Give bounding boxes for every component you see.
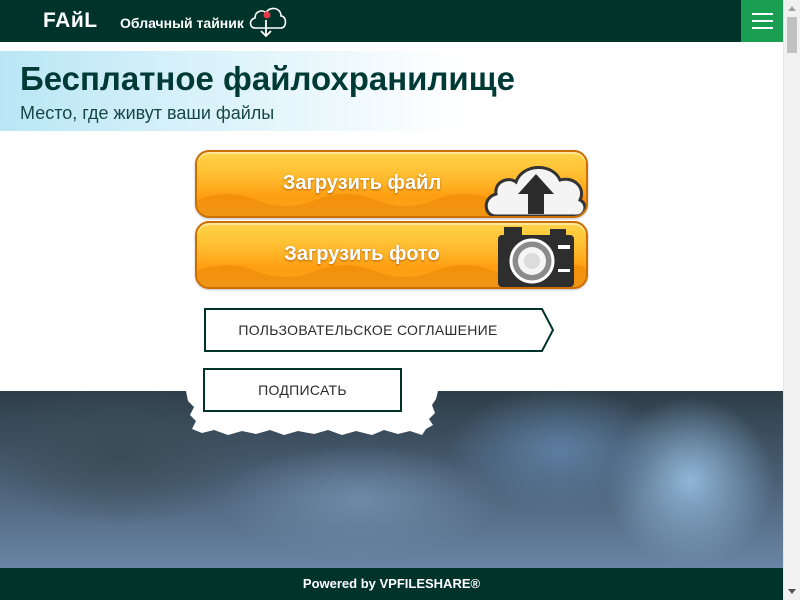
page-subtitle: Место, где живут ваши файлы xyxy=(20,103,275,123)
scrollbar-thumb[interactable] xyxy=(787,17,797,53)
site-logo[interactable]: FAйL xyxy=(43,9,98,33)
top-header: FAйL Облачный тайник xyxy=(0,0,783,42)
cloud-upload-icon xyxy=(484,166,586,216)
upload-photo-button[interactable]: Загрузить фото xyxy=(195,221,588,289)
site-tagline: Облачный тайник xyxy=(120,15,244,31)
page-scrollbar[interactable] xyxy=(783,0,800,600)
menu-icon xyxy=(752,13,773,15)
upload-file-button[interactable]: Загрузить файл xyxy=(195,150,588,218)
sign-label: ПОДПИСАТЬ xyxy=(258,382,347,398)
menu-icon-bar xyxy=(752,27,773,29)
upload-file-label: Загрузить файл xyxy=(282,172,442,194)
scroll-down-arrow-icon[interactable] xyxy=(784,583,800,600)
user-agreement-button[interactable]: ПОЛЬЗОВАТЕЛЬСКОЕ СОГЛАШЕНИЕ xyxy=(204,308,554,352)
page-title: Бесплатное файлохранилище xyxy=(20,60,515,97)
powered-by-text: Powered by VPFILESHARE® xyxy=(302,576,481,591)
hamburger-menu-button[interactable] xyxy=(741,0,783,42)
scroll-up-arrow-icon[interactable] xyxy=(784,0,800,17)
sign-button[interactable]: ПОДПИСАТЬ xyxy=(203,368,402,412)
cloud-download-logo-icon xyxy=(249,7,287,38)
user-agreement-label: ПОЛЬЗОВАТЕЛЬСКОЕ СОГЛАШЕНИЕ xyxy=(238,322,498,338)
menu-icon-bar xyxy=(752,20,773,22)
upload-photo-label: Загрузить фото xyxy=(284,243,440,265)
page-footer: Powered by VPFILESHARE® xyxy=(0,568,783,600)
camera-icon xyxy=(498,227,574,287)
